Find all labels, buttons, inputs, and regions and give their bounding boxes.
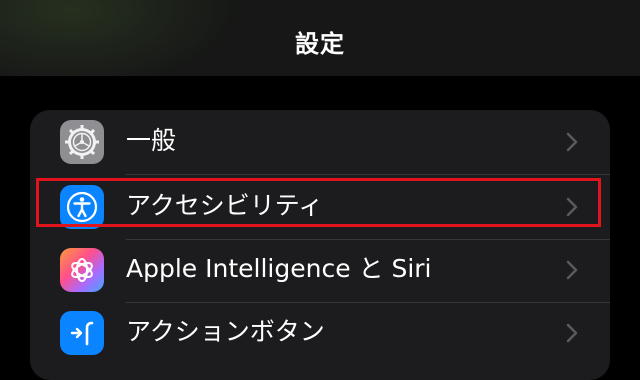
action-button-icon	[60, 311, 104, 355]
apple-intelligence-icon	[60, 248, 104, 292]
settings-row-general[interactable]: 一般	[30, 110, 610, 174]
navigation-bar: 設定	[0, 0, 640, 76]
settings-row-apple-intelligence-siri[interactable]: Apple Intelligence と Siri	[30, 238, 610, 302]
settings-row-label: 一般	[126, 126, 177, 155]
settings-row-label: Apple Intelligence と Siri	[126, 254, 432, 283]
gear-icon	[60, 120, 104, 164]
chevron-right-icon	[566, 260, 578, 280]
chevron-right-icon	[566, 323, 578, 343]
settings-row-action-button[interactable]: アクションボタン	[30, 301, 610, 365]
settings-row-label: アクションボタン	[126, 317, 325, 346]
highlight-box	[36, 178, 601, 227]
chevron-right-icon	[566, 132, 578, 152]
settings-group: 一般 アクセシビリティ Apple Intelligence と Siri アク…	[30, 110, 610, 380]
page-title: 設定	[295, 30, 345, 58]
